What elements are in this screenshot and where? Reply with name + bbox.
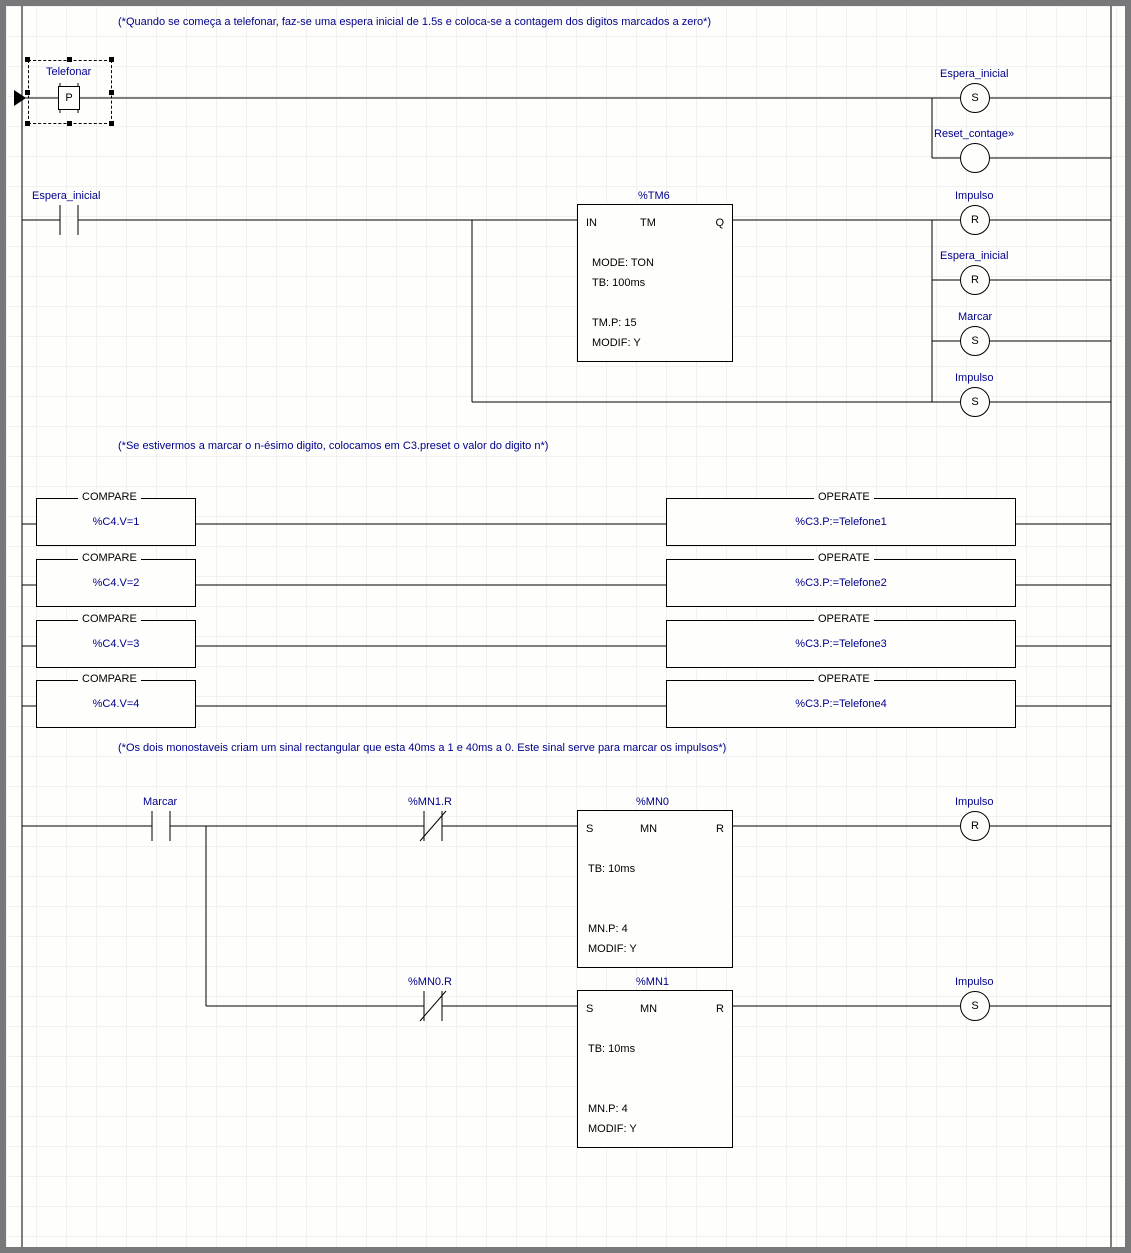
timer-mode: MODE: TON — [592, 257, 654, 269]
coil-label: Impulso — [955, 976, 994, 988]
compare-block[interactable]: %C4.V=4 — [36, 680, 196, 728]
rung-comment-2: (*Se estivermos a marcar o n-ésimo digit… — [118, 440, 548, 452]
timer-name: %TM6 — [638, 190, 670, 202]
timer-tb: TB: 100ms — [592, 277, 645, 289]
timer-type: TM — [640, 217, 656, 229]
compare-expr: %C4.V=4 — [93, 698, 140, 710]
mono-port-s: S — [586, 823, 593, 835]
block-legend: OPERATE — [814, 552, 874, 564]
mono-port-r: R — [716, 1003, 724, 1015]
timer-block[interactable]: IN TM Q MODE: TON TB: 100ms TM.P: 15 MOD… — [577, 204, 733, 362]
compare-block[interactable]: %C4.V=3 — [36, 620, 196, 668]
coil-label: Impulso — [955, 372, 994, 384]
mono-modif: MODIF: Y — [588, 1123, 637, 1135]
mono-port-s: S — [586, 1003, 593, 1015]
block-legend: COMPARE — [78, 673, 141, 685]
coil-set[interactable]: S — [960, 991, 990, 1021]
coil-set[interactable]: S — [960, 83, 990, 113]
nc-contact-label: %MN1.R — [408, 796, 452, 808]
mono-tb: TB: 10ms — [588, 863, 635, 875]
coil-label: Espera_inicial — [940, 68, 1008, 80]
coil-reset[interactable]: R — [960, 265, 990, 295]
coil-set[interactable]: S — [960, 387, 990, 417]
operate-expr: %C3.P:=Telefone3 — [795, 638, 886, 650]
ladder-editor-canvas: (*Quando se começa a telefonar, faz-se u… — [0, 0, 1131, 1253]
contact-wires — [6, 6, 136, 136]
mono-modif: MODIF: Y — [588, 943, 637, 955]
compare-expr: %C4.V=2 — [93, 577, 140, 589]
compare-expr: %C4.V=1 — [93, 516, 140, 528]
compare-expr: %C4.V=3 — [93, 638, 140, 650]
mono-mnp: MN.P: 4 — [588, 923, 628, 935]
timer-modif: MODIF: Y — [592, 337, 641, 349]
block-legend: OPERATE — [814, 673, 874, 685]
mono-mnp: MN.P: 4 — [588, 1103, 628, 1115]
coil-label: Reset_contage» — [934, 128, 1014, 140]
rung-comment-1: (*Quando se começa a telefonar, faz-se u… — [118, 16, 711, 28]
coil-reset[interactable]: R — [960, 811, 990, 841]
operate-block[interactable]: %C3.P:=Telefone4 — [666, 680, 1016, 728]
operate-expr: %C3.P:=Telefone1 — [795, 516, 886, 528]
contact-label: Espera_inicial — [32, 190, 100, 202]
monostable-block[interactable]: S MN R TB: 10ms MN.P: 4 MODIF: Y — [577, 990, 733, 1148]
mono-name: %MN0 — [636, 796, 669, 808]
mono-tb: TB: 10ms — [588, 1043, 635, 1055]
timer-port-q: Q — [715, 217, 724, 229]
operate-expr: %C3.P:=Telefone4 — [795, 698, 886, 710]
block-legend: COMPARE — [78, 613, 141, 625]
rung-comment-3: (*Os dois monostaveis criam um sinal rec… — [118, 742, 726, 754]
block-legend: COMPARE — [78, 552, 141, 564]
coil[interactable] — [960, 143, 990, 173]
contact-label: Marcar — [143, 796, 177, 808]
coil-label: Marcar — [958, 311, 992, 323]
mono-type: MN — [640, 823, 657, 835]
operate-block[interactable]: %C3.P:=Telefone2 — [666, 559, 1016, 607]
coil-set[interactable]: S — [960, 326, 990, 356]
nc-contact-label: %MN0.R — [408, 976, 452, 988]
coil-label: Espera_inicial — [940, 250, 1008, 262]
mono-type: MN — [640, 1003, 657, 1015]
coil-label: Impulso — [955, 190, 994, 202]
block-legend: OPERATE — [814, 491, 874, 503]
mono-port-r: R — [716, 823, 724, 835]
timer-port-in: IN — [586, 217, 597, 229]
coil-reset[interactable]: R — [960, 205, 990, 235]
compare-block[interactable]: %C4.V=2 — [36, 559, 196, 607]
block-legend: OPERATE — [814, 613, 874, 625]
operate-expr: %C3.P:=Telefone2 — [795, 577, 886, 589]
operate-block[interactable]: %C3.P:=Telefone1 — [666, 498, 1016, 546]
coil-label: Impulso — [955, 796, 994, 808]
timer-tmp: TM.P: 15 — [592, 317, 637, 329]
monostable-block[interactable]: S MN R TB: 10ms MN.P: 4 MODIF: Y — [577, 810, 733, 968]
operate-block[interactable]: %C3.P:=Telefone3 — [666, 620, 1016, 668]
mono-name: %MN1 — [636, 976, 669, 988]
compare-block[interactable]: %C4.V=1 — [36, 498, 196, 546]
block-legend: COMPARE — [78, 491, 141, 503]
